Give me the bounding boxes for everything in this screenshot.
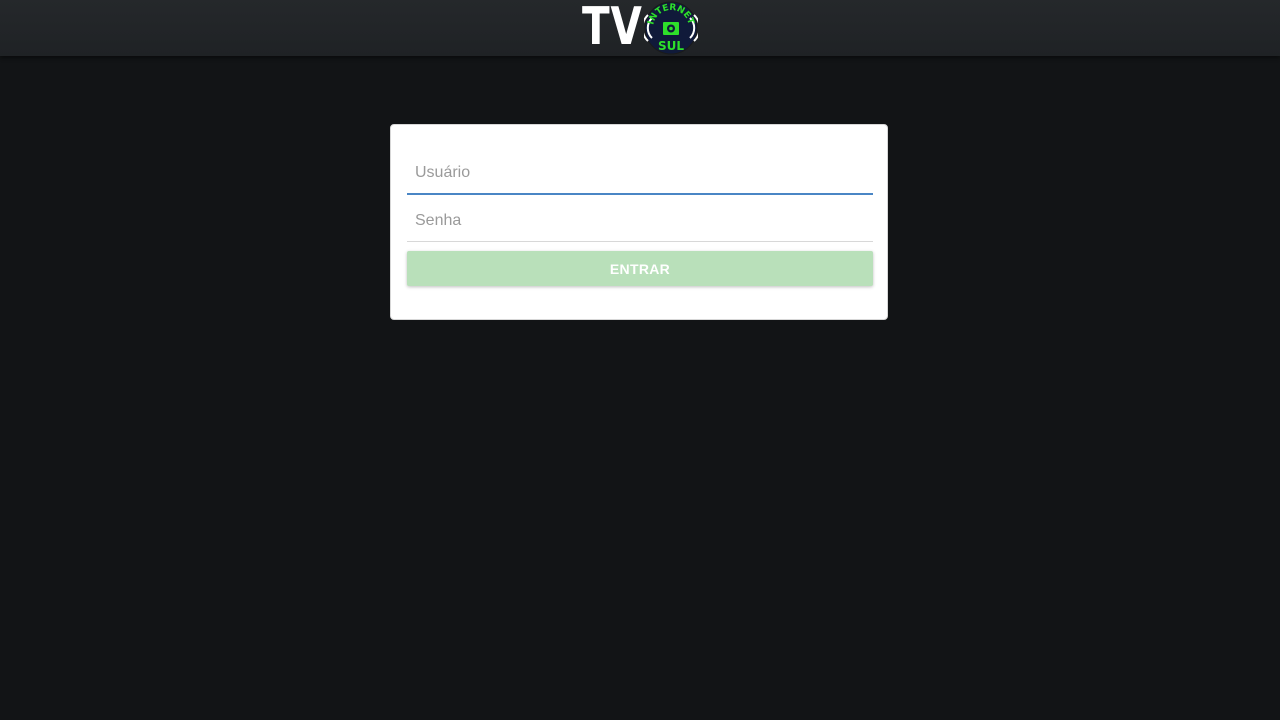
tv-internet-sul-logo: TV INTERNET SUL — [582, 0, 698, 57]
login-button[interactable]: ENTRAR — [407, 251, 873, 286]
logo-text: TV — [582, 0, 643, 57]
password-input[interactable] — [407, 200, 873, 241]
username-field-wrapper — [407, 153, 873, 195]
password-field-wrapper — [407, 200, 873, 242]
login-card: ENTRAR — [390, 124, 888, 320]
top-bar: TV INTERNET SUL — [0, 0, 1280, 57]
badge-bottom-text: SUL — [658, 39, 684, 53]
username-input[interactable] — [407, 153, 873, 193]
internet-sul-badge-icon: INTERNET SUL — [644, 1, 698, 55]
